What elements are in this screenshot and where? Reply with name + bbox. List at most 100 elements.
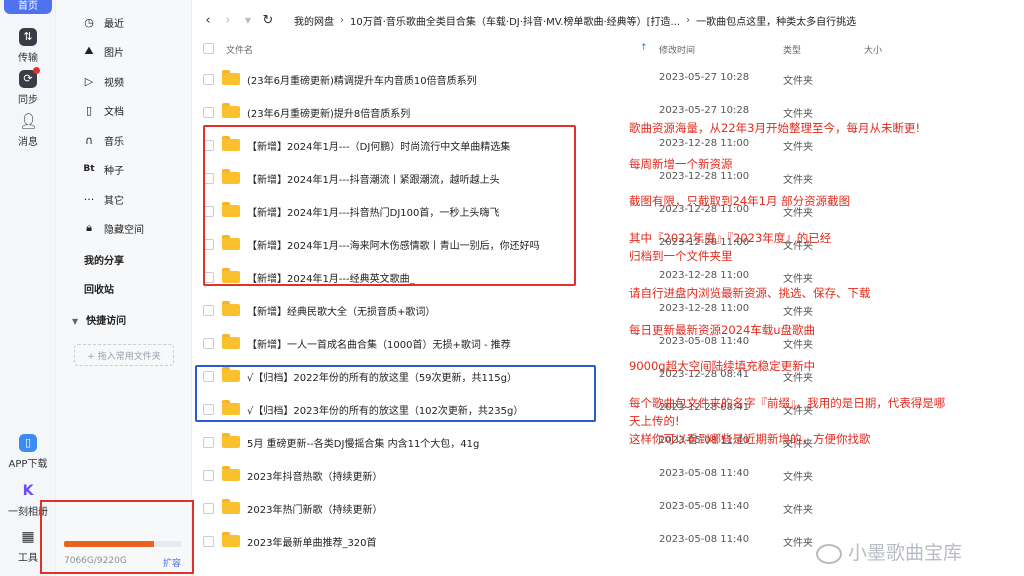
file-row[interactable]: 2023年抖音热歌（持续更新） 2023-05-08 11:40 文件夹 xyxy=(192,459,1024,491)
folder-icon xyxy=(222,499,240,514)
nav-item-documents[interactable]: ▯ 文档 xyxy=(82,100,124,120)
folder-icon xyxy=(222,334,240,349)
nav-item-other[interactable]: ··· 其它 xyxy=(82,189,124,209)
caret-down-icon: ▼ xyxy=(72,317,79,326)
lock-icon: 🔒︎ xyxy=(86,221,92,234)
rail-messages[interactable]: 👤︎ 消息 xyxy=(0,112,56,148)
annotation-text: 9000g超大空间陆续填充稳定更新中 xyxy=(629,359,816,373)
rail-home[interactable]: 首页 xyxy=(0,0,56,14)
clock-icon: ◷ xyxy=(84,15,94,29)
file-name[interactable]: 【新增】经典民歌大全（无损音质+歌词） xyxy=(247,303,435,318)
archive-highlight-box xyxy=(195,365,596,422)
row-checkbox[interactable] xyxy=(203,470,214,481)
watermark: 小墨歌曲宝库 xyxy=(816,538,962,565)
column-size[interactable]: 大小 xyxy=(864,43,882,56)
back-button[interactable]: ‹ xyxy=(198,13,218,28)
refresh-button[interactable]: ↻ xyxy=(258,13,278,28)
file-name[interactable]: (23年6月重磅更新)提升8倍音质系列 xyxy=(247,105,410,120)
folder-icon xyxy=(222,532,240,547)
file-type: 文件夹 xyxy=(783,472,813,483)
person-icon: 👤︎ xyxy=(19,112,39,130)
row-checkbox[interactable] xyxy=(203,437,214,448)
nav-item-torrent[interactable]: Bt 种子 xyxy=(82,159,124,179)
file-type: 文件夹 xyxy=(783,505,813,516)
row-checkbox[interactable] xyxy=(203,107,214,118)
file-name[interactable]: 2023年最新单曲推荐_320首 xyxy=(247,534,377,549)
annotation-text: 这样你可以看到哪些是近期新增的，方便你找歌 xyxy=(629,432,871,446)
select-all-checkbox[interactable] xyxy=(203,43,214,54)
expand-storage-link[interactable]: 扩容 xyxy=(163,556,181,569)
add-quick-access-drop[interactable]: + 拖入常用文件夹 xyxy=(74,344,174,366)
rail-transfer[interactable]: ⇅ 传输 xyxy=(0,28,56,64)
headphones-icon: ∩ xyxy=(84,133,94,147)
file-modified: 2023-05-08 11:40 xyxy=(659,501,750,512)
annotation-text: 歌曲资源海量，从22年3月开始整理至今，每月从未断更! xyxy=(629,121,921,135)
file-type: 文件夹 xyxy=(783,175,813,186)
file-modified: 2023-05-27 10:28 xyxy=(659,72,750,83)
file-type: 文件夹 xyxy=(783,76,813,87)
file-name[interactable]: 2023年抖音热歌（持续更新） xyxy=(247,468,382,483)
file-type: 文件夹 xyxy=(783,142,813,153)
annotation-text: 归档到一个文件夹里 xyxy=(629,249,733,263)
column-type[interactable]: 类型 xyxy=(783,43,801,56)
sort-arrow-icon[interactable]: ↑ xyxy=(640,43,648,53)
nav-item-recent[interactable]: ◷ 最近 xyxy=(82,12,124,32)
folder-icon xyxy=(222,103,240,118)
folder-icon xyxy=(222,466,240,481)
rail-sync[interactable]: ⟳ 同步 xyxy=(0,67,56,106)
breadcrumb-current: 一歌曲包点这里，种类太多自行挑选 xyxy=(696,16,857,28)
file-name[interactable]: 【新增】一人一首成名曲合集（1000首）无损+歌词 - 推荐 xyxy=(247,336,511,351)
file-list-header: 文件名 ↑ 修改时间 类型 大小 xyxy=(192,38,1024,60)
icon-rail: 首页 ⇅ 传输 ⟳ 同步 👤︎ 消息 ▯ APP下载 K 一刻相册 ▦ 工具 xyxy=(0,0,56,576)
file-type: 文件夹 xyxy=(783,538,813,549)
annotation-text: 每个歌曲包文件夹的名字『前缀』，我用的是日期，代表得是哪 xyxy=(629,396,946,410)
file-modified: 2023-12-28 11:00 xyxy=(659,171,750,182)
file-row[interactable]: (23年6月重磅更新)精调提升车内音质10倍音质系列 2023-05-27 10:… xyxy=(192,63,1024,95)
nav-panel: ◷ 最近 ⛰ 图片 ▷ 视频 ▯ 文档 ∩ 音乐 Bt 种子 ··· 其它 🔒︎… xyxy=(56,0,192,576)
file-name[interactable]: (23年6月重磅更新)精调提升车内音质10倍音质系列 xyxy=(247,72,477,87)
row-checkbox[interactable] xyxy=(203,536,214,547)
forward-button[interactable]: › xyxy=(218,13,238,28)
file-modified: 2023-12-28 11:00 xyxy=(659,138,750,149)
transfer-icon: ⇅ xyxy=(19,28,37,46)
quick-access-header[interactable]: ▼ 快捷访问 xyxy=(72,312,126,327)
row-checkbox[interactable] xyxy=(203,503,214,514)
column-name[interactable]: 文件名 xyxy=(226,43,253,56)
file-type: 文件夹 xyxy=(783,109,813,120)
annotation-text: 每周新增一个新资源 xyxy=(629,157,733,171)
row-checkbox[interactable] xyxy=(203,305,214,316)
file-name[interactable]: 5月 重磅更新--各类DJ慢摇合集 内含11个大包，41g xyxy=(247,435,479,450)
file-name[interactable]: 2023年热门新歌（持续更新） xyxy=(247,501,382,516)
new-items-highlight-box xyxy=(203,125,576,286)
file-row[interactable]: 【新增】经典民歌大全（无损音质+歌词） 2023-12-28 11:00 文件夹 xyxy=(192,294,1024,326)
file-modified: 2023-05-08 11:40 xyxy=(659,336,750,347)
nav-my-share[interactable]: 我的分享 xyxy=(84,252,124,267)
nav-item-hidden-space[interactable]: 🔒︎ 隐藏空间 xyxy=(82,218,144,238)
file-modified: 2023-05-27 10:28 xyxy=(659,105,750,116)
file-row[interactable]: 5月 重磅更新--各类DJ慢摇合集 内含11个大包，41g 2023-05-08 … xyxy=(192,426,1024,458)
file-type: 文件夹 xyxy=(783,274,813,285)
phone-icon: ▯ xyxy=(19,434,37,452)
annotation-text: 截图有限，只截取到24年1月 部分资源截图 xyxy=(629,194,851,208)
file-row[interactable]: 【新增】一人一首成名曲合集（1000首）无损+歌词 - 推荐 2023-05-08… xyxy=(192,327,1024,359)
file-type: 文件夹 xyxy=(783,307,813,318)
storage-usage-text: 7066G/9220G xyxy=(64,556,127,566)
nav-item-music[interactable]: ∩ 音乐 xyxy=(82,130,124,150)
image-icon: ⛰ xyxy=(84,44,94,57)
column-modified[interactable]: 修改时间 xyxy=(659,43,695,56)
rail-app-download[interactable]: ▯ APP下载 xyxy=(0,434,56,470)
nav-item-video[interactable]: ▷ 视频 xyxy=(82,71,124,91)
breadcrumb-separator-icon: › xyxy=(686,14,691,26)
row-checkbox[interactable] xyxy=(203,338,214,349)
nav-item-images[interactable]: ⛰ 图片 xyxy=(82,41,124,61)
file-row[interactable]: 2023年热门新歌（持续更新） 2023-05-08 11:40 文件夹 xyxy=(192,492,1024,524)
sync-icon: ⟳ xyxy=(19,67,40,88)
dropdown-chevron-icon[interactable]: ▼ xyxy=(238,16,258,25)
more-icon: ··· xyxy=(83,192,95,206)
video-icon: ▷ xyxy=(84,74,94,88)
nav-recycle-bin[interactable]: 回收站 xyxy=(84,281,114,296)
breadcrumb-root[interactable]: 我的网盘 xyxy=(294,13,334,28)
album-icon: K xyxy=(22,483,34,499)
breadcrumb-parent[interactable]: 10万首·音乐歌曲全类目合集（车载·DJ·抖音·MV.榜单歌曲·经典等）[打造.… xyxy=(350,13,680,28)
row-checkbox[interactable] xyxy=(203,74,214,85)
